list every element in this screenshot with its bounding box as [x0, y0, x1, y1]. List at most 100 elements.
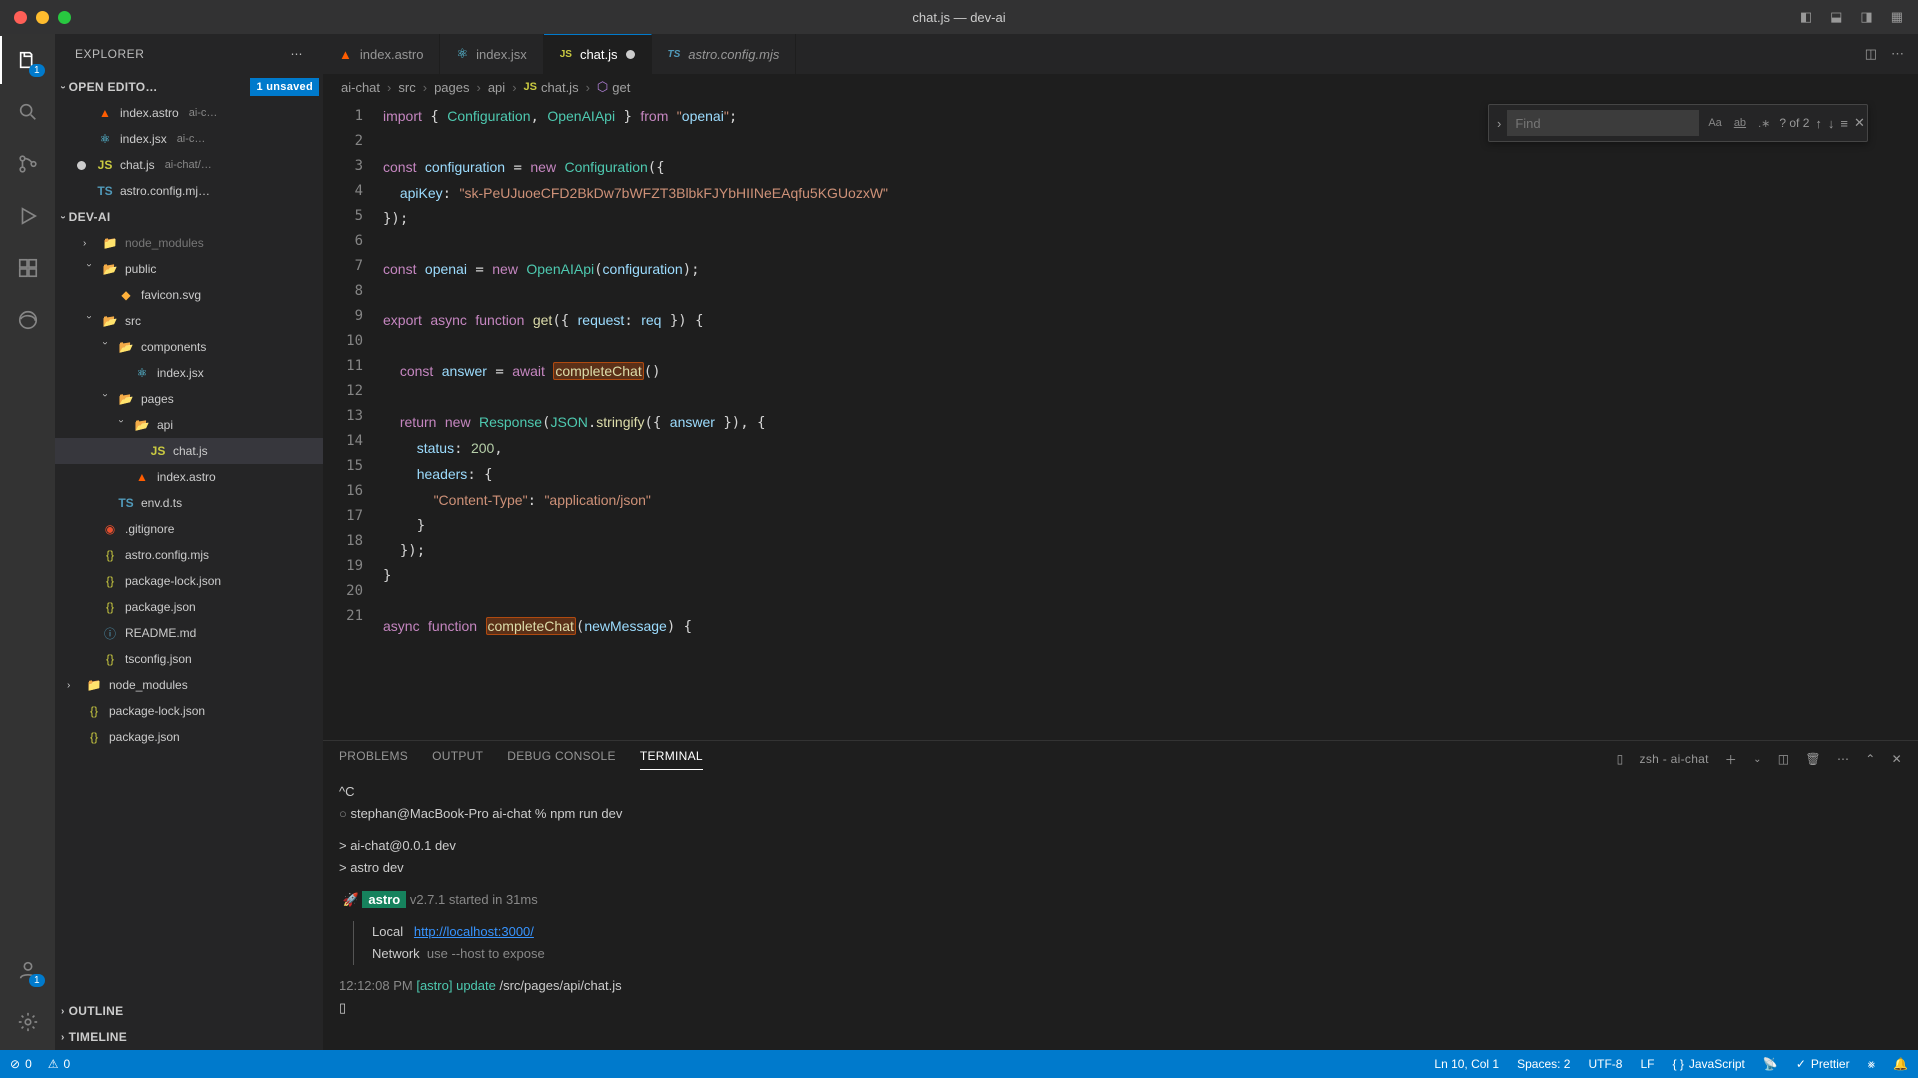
project-section[interactable]: ›DEV-AI — [55, 204, 323, 230]
extensions-icon[interactable] — [14, 254, 42, 282]
tree-item[interactable]: ▲index.astro — [55, 464, 323, 490]
status-lang[interactable]: { } JavaScript — [1673, 1057, 1745, 1071]
terminal-new-icon[interactable]: ＋ — [1725, 751, 1737, 768]
find-next-icon[interactable]: ↓ — [1828, 116, 1835, 131]
editor-tab[interactable]: ⚛index.jsx — [440, 34, 543, 74]
find-input[interactable] — [1507, 110, 1699, 136]
editor-tab[interactable]: JSchat.js — [544, 34, 652, 74]
minimap[interactable] — [1818, 100, 1918, 740]
tree-item[interactable]: {}package.json — [55, 724, 323, 750]
tree-item[interactable]: ◉.gitignore — [55, 516, 323, 542]
open-editors-section[interactable]: ›OPEN EDITO… 1 unsaved — [55, 74, 323, 100]
account-badge: 1 — [29, 974, 45, 987]
activity-bar: 1 1 — [0, 34, 55, 1050]
status-bell-icon[interactable]: 🔔 — [1893, 1057, 1908, 1071]
settings-gear-icon[interactable] — [14, 1008, 42, 1036]
window-minimize-button[interactable] — [36, 11, 49, 24]
terminal-kill-icon[interactable]: 🗑 — [1805, 752, 1821, 766]
window-close-button[interactable] — [14, 11, 27, 24]
source-control-icon[interactable] — [14, 150, 42, 178]
breadcrumb[interactable]: ai-chat›src›pages›api›JS chat.js›⬡ get — [323, 74, 1918, 100]
regex-icon[interactable]: .∗ — [1755, 114, 1773, 133]
open-editor-item[interactable]: TSastro.config.mj… — [55, 178, 323, 204]
titlebar: chat.js — dev-ai ◧ ⬓ ◨ ▦ — [0, 0, 1918, 34]
run-debug-icon[interactable] — [14, 202, 42, 230]
open-editor-item[interactable]: ▲index.astroai-c… — [55, 100, 323, 126]
localhost-link[interactable]: http://localhost:3000/ — [414, 924, 534, 939]
panel-close-icon[interactable]: ✕ — [1892, 752, 1902, 766]
tree-item[interactable]: ›📁node_modules — [55, 672, 323, 698]
panel-bottom-icon[interactable]: ⬓ — [1830, 9, 1842, 25]
code-editor[interactable]: import { Configuration, OpenAIApi } from… — [383, 100, 1818, 740]
open-editor-item[interactable]: ⚛index.jsxai-c… — [55, 126, 323, 152]
panel-right-icon[interactable]: ◨ — [1860, 9, 1872, 25]
explorer-badge: 1 — [29, 64, 45, 77]
find-prev-icon[interactable]: ↑ — [1815, 116, 1822, 131]
tab-more-icon[interactable]: ⋯ — [1891, 46, 1904, 62]
line-gutter: 123456789101112131415161718192021 — [323, 100, 383, 740]
status-go-live[interactable]: 📡 — [1763, 1057, 1778, 1071]
tree-item[interactable]: {}package-lock.json — [55, 698, 323, 724]
match-word-icon[interactable]: ab — [1731, 114, 1749, 132]
layout-grid-icon[interactable]: ▦ — [1891, 9, 1903, 25]
find-widget: › Aa ab .∗ ? of 2 ↑ ↓ ≡ ✕ — [1488, 104, 1868, 142]
tree-item[interactable]: ›📂pages — [55, 386, 323, 412]
editor-tabs: ▲index.astro⚛index.jsxJSchat.jsTSastro.c… — [323, 34, 1918, 74]
account-icon[interactable]: 1 — [14, 956, 42, 984]
sidebar-more-icon[interactable]: ⋯ — [291, 47, 304, 61]
panel-tab[interactable]: OUTPUT — [432, 749, 483, 769]
status-eol[interactable]: LF — [1640, 1057, 1654, 1071]
tree-item[interactable]: {}astro.config.mjs — [55, 542, 323, 568]
status-encoding[interactable]: UTF-8 — [1588, 1057, 1622, 1071]
panel-maximize-icon[interactable]: ⌃ — [1865, 752, 1875, 766]
tree-item[interactable]: ›📁node_modules — [55, 230, 323, 256]
status-prettier[interactable]: ✓ Prettier — [1796, 1057, 1850, 1071]
terminal-split-icon[interactable]: ◫ — [1778, 752, 1790, 766]
tree-item[interactable]: ◆favicon.svg — [55, 282, 323, 308]
status-warnings[interactable]: ⚠ 0 — [48, 1057, 70, 1071]
editor-tab[interactable]: ▲index.astro — [323, 34, 440, 74]
terminal-profile-icon[interactable]: ▯ — [1617, 752, 1624, 766]
explorer-icon[interactable]: 1 — [14, 46, 42, 74]
status-spaces[interactable]: Spaces: 2 — [1517, 1057, 1570, 1071]
tree-item[interactable]: TSenv.d.ts — [55, 490, 323, 516]
terminal-more-icon[interactable]: ⋯ — [1837, 752, 1849, 766]
terminal-dropdown-icon[interactable]: ⌄ — [1753, 754, 1762, 765]
terminal-label[interactable]: zsh - ai-chat — [1640, 752, 1709, 766]
find-close-icon[interactable]: ✕ — [1854, 115, 1865, 131]
tree-item[interactable]: JSchat.js — [55, 438, 323, 464]
tree-item[interactable]: ⚛index.jsx — [55, 360, 323, 386]
split-editor-icon[interactable]: ◫ — [1865, 46, 1877, 62]
unsaved-badge: 1 unsaved — [250, 78, 319, 96]
terminal[interactable]: ^C ○ stephan@MacBook-Pro ai-chat % npm r… — [323, 777, 1918, 1050]
search-icon[interactable] — [14, 98, 42, 126]
panel-tab[interactable]: DEBUG CONSOLE — [507, 749, 616, 769]
find-toggle-replace-icon[interactable]: › — [1497, 116, 1501, 131]
editor-tab[interactable]: TSastro.config.mjs — [652, 34, 797, 74]
panel-tab[interactable]: TERMINAL — [640, 749, 703, 770]
status-errors[interactable]: ⊘ 0 — [10, 1057, 32, 1071]
status-cursor[interactable]: Ln 10, Col 1 — [1434, 1057, 1499, 1071]
sidebar-title: EXPLORER — [75, 47, 144, 61]
outline-section[interactable]: ›OUTLINE — [55, 998, 323, 1024]
tree-item[interactable]: ›📂components — [55, 334, 323, 360]
match-case-icon[interactable]: Aa — [1705, 114, 1724, 132]
tree-item[interactable]: ›📂src — [55, 308, 323, 334]
tree-item[interactable]: {}package.json — [55, 594, 323, 620]
window-zoom-button[interactable] — [58, 11, 71, 24]
status-feedback-icon[interactable]: ⨳ — [1868, 1057, 1875, 1072]
find-selection-icon[interactable]: ≡ — [1840, 116, 1848, 131]
panel-tab[interactable]: PROBLEMS — [339, 749, 408, 769]
panel-left-icon[interactable]: ◧ — [1800, 9, 1812, 25]
tree-item[interactable]: ⓘREADME.md — [55, 620, 323, 646]
status-bar: ⊘ 0 ⚠ 0 Ln 10, Col 1 Spaces: 2 UTF-8 LF … — [0, 1050, 1918, 1078]
window-title: chat.js — dev-ai — [912, 10, 1005, 25]
find-count: ? of 2 — [1779, 116, 1809, 130]
tree-item[interactable]: {}package-lock.json — [55, 568, 323, 594]
open-editor-item[interactable]: JSchat.jsai-chat/… — [55, 152, 323, 178]
tree-item[interactable]: ›📂public — [55, 256, 323, 282]
tree-item[interactable]: {}tsconfig.json — [55, 646, 323, 672]
timeline-section[interactable]: ›TIMELINE — [55, 1024, 323, 1050]
tree-item[interactable]: ›📂api — [55, 412, 323, 438]
edge-icon[interactable] — [14, 306, 42, 334]
